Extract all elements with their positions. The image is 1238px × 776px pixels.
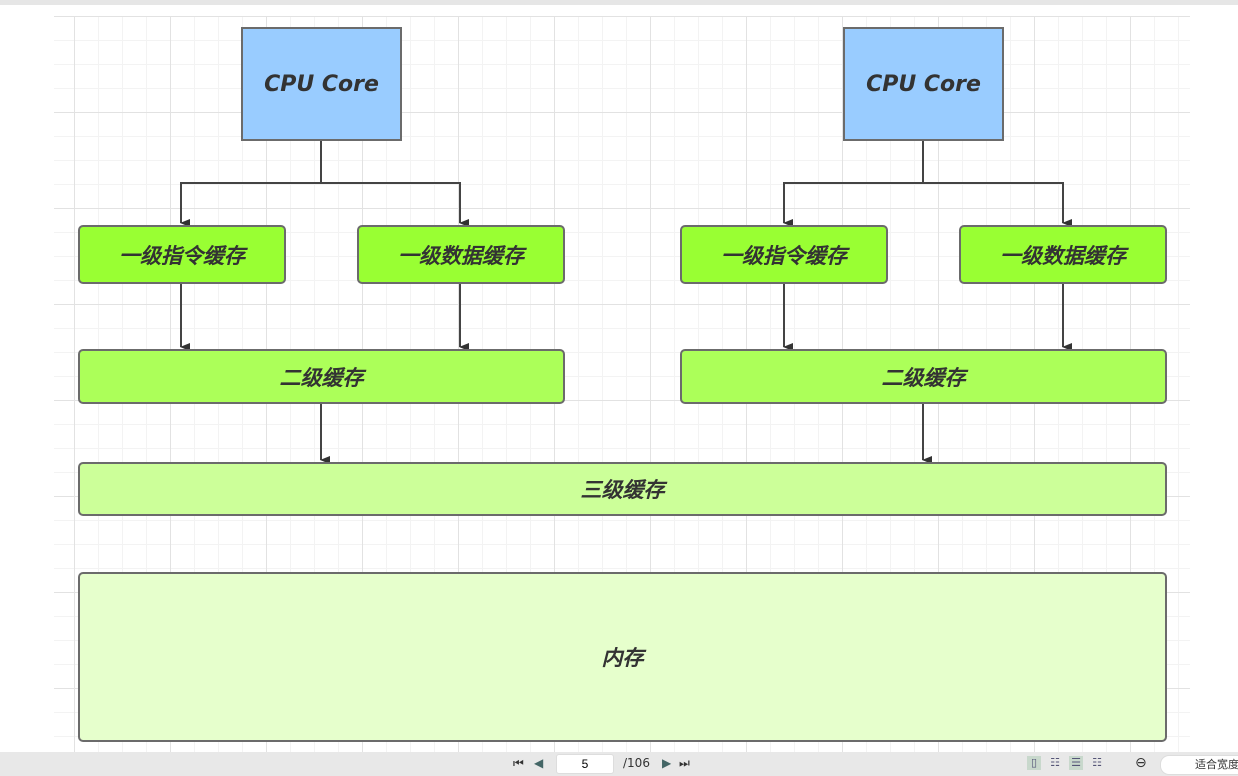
single-page-view-icon[interactable]: ▯	[1027, 756, 1041, 770]
l1-data-cache-right: 一级数据缓存	[959, 225, 1167, 284]
l2-cache-right: 二级缓存	[680, 349, 1167, 404]
next-page-icon[interactable]: ▶	[662, 756, 671, 770]
zoom-select[interactable]: 适合宽度	[1160, 755, 1238, 775]
zoom-label: 适合宽度	[1195, 758, 1238, 771]
arrow-cpu-right	[922, 140, 1072, 227]
cpu-core-left: CPU Core	[241, 27, 402, 141]
page-toolbar: ⏮ ◀ /106 ▶ ⏭ ▯ ☷ ☰ ☷ ⊖ 适合宽度	[0, 752, 1238, 776]
l2-cache-left: 二级缓存	[78, 349, 565, 404]
continuous-double-view-icon[interactable]: ☷	[1090, 756, 1104, 770]
total-pages: /106	[623, 756, 650, 770]
continuous-view-icon[interactable]: ☰	[1069, 756, 1083, 770]
first-page-icon[interactable]: ⏮	[513, 756, 524, 771]
double-page-view-icon[interactable]: ☷	[1048, 756, 1062, 770]
l1-instruction-cache-right: 一级指令缓存	[680, 225, 888, 284]
arrow-cpu-left	[180, 140, 460, 223]
last-page-icon[interactable]: ⏭	[679, 756, 690, 771]
prev-page-icon[interactable]: ◀	[534, 756, 543, 770]
zoom-out-icon[interactable]: ⊖	[1135, 755, 1147, 771]
l1-data-cache-left: 一级数据缓存	[357, 225, 565, 284]
page-number-input[interactable]	[556, 754, 614, 774]
main-memory: 内存	[78, 572, 1167, 742]
cpu-core-right: CPU Core	[843, 27, 1004, 141]
l3-cache: 三级缓存	[78, 462, 1167, 516]
l1-instruction-cache-left: 一级指令缓存	[78, 225, 286, 284]
